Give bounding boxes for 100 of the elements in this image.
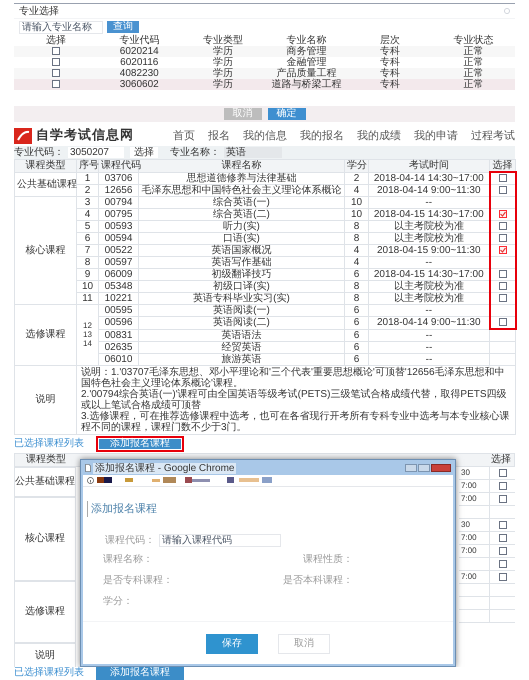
checkbox[interactable] (498, 482, 506, 490)
checkbox[interactable] (498, 560, 506, 568)
table-cell: 正常 (432, 57, 515, 68)
column-header: 专业代码 (98, 35, 181, 46)
checkbox[interactable] (498, 234, 506, 242)
table-cell: 以主考院校为准 (368, 280, 490, 292)
nav-link[interactable]: 过程考试 (471, 128, 515, 144)
nav-link[interactable]: 我的报名 (300, 128, 344, 144)
table-cell: 6 (76, 232, 98, 244)
checkbox[interactable] (52, 58, 60, 66)
table-cell: 6 (344, 268, 368, 280)
table-cell-text: 选修课程 (25, 604, 65, 619)
checkbox[interactable] (52, 47, 60, 56)
table-row[interactable]: 3060602 学历 道路与桥梁工程 专科 正常 (14, 79, 515, 90)
major-code-field[interactable]: 3050207 (68, 147, 124, 158)
checkbox[interactable] (498, 282, 506, 290)
checkbox[interactable] (498, 222, 506, 230)
course-code-field[interactable]: 请输入课程代码 (159, 534, 281, 547)
table-cell: 06010 (98, 353, 138, 365)
column-header: 序号 (76, 160, 98, 172)
checkbox[interactable] (498, 270, 506, 278)
checkbox[interactable] (498, 520, 506, 528)
dialog-title: 专业选择 (19, 4, 59, 18)
table-cell: 专科 (348, 57, 432, 68)
table-cell: 2018-04-15 14:30~17:00 (368, 268, 490, 280)
table-cell: 10 (344, 196, 368, 208)
window-title: 添加报名课程 - Google Chrome (93, 462, 236, 474)
checkbox[interactable] (498, 572, 506, 580)
field-label: 是否专科课程： (103, 574, 174, 588)
table-cell: 8 (344, 292, 368, 304)
column-header: 选择 (14, 35, 98, 46)
checkbox[interactable] (498, 546, 506, 554)
checkbox[interactable] (498, 468, 506, 476)
table-cell: 以主考院校为准 (368, 292, 490, 304)
note-text: 2.'00794综合英语(一)'课程可由全国英语等级考试(PETS)三级笔试合格成绩代替，取得PETS四级或以上笔试合格成绩可顶替 (81, 388, 508, 410)
table-cell: 英语阅读(二) (138, 316, 344, 329)
checkbox[interactable] (498, 534, 506, 542)
table-row[interactable]: 6020214 学历 商务管理 专科 正常 (14, 46, 515, 57)
checkbox[interactable] (498, 494, 506, 502)
table-cell: 7:00 (461, 570, 477, 582)
seq-number: 14 (83, 339, 92, 348)
table-cell: 00595 (98, 304, 138, 316)
table-cell: 学历 (181, 57, 264, 68)
section-link[interactable]: 已选择课程列表 (14, 438, 84, 450)
select-button[interactable]: 选择 (130, 147, 158, 158)
site-logo-text: 自学考试信息网 (36, 127, 134, 146)
checkbox[interactable] (498, 246, 506, 254)
table-cell-text: 公共基础课程 (15, 474, 75, 489)
table-cell: 3 (76, 196, 98, 208)
table-cell: 说明 (14, 365, 76, 434)
checkbox[interactable] (52, 69, 60, 78)
table-cell: 4082230 (98, 68, 181, 79)
nav-link[interactable]: 我的成绩 (357, 128, 401, 144)
table-cell: 英语语法 (138, 329, 344, 341)
table-cell: 7:00 (461, 480, 477, 492)
column-header: 选择 (490, 160, 516, 172)
major-name-field: 英语 (224, 147, 282, 158)
checkbox[interactable] (498, 174, 506, 182)
table-cell: -- (368, 341, 490, 353)
table-cell: 英语写作基础 (138, 256, 344, 268)
table-cell: 正常 (432, 46, 515, 57)
search-field[interactable]: 请输入专业名称 (19, 20, 103, 34)
table-cell: 6020116 (98, 57, 181, 68)
column-header: 专业状态 (432, 35, 515, 46)
table-cell: 公共基础课程 (14, 172, 76, 196)
note-text: 3.选修课程，可在推荐选修课程中选考，也可在各省现行开考所有专科专业中选考与本专业核心课程不同的课程，课程门数不少于3门。 (81, 410, 510, 432)
table-row[interactable]: 6020116 学历 金融管理 专科 正常 (14, 57, 515, 68)
column-header: 课程代码 (98, 160, 138, 172)
checkbox[interactable] (52, 80, 60, 88)
table-cell: 05348 (98, 280, 138, 292)
table-cell: 英语专科毕业实习(实) (138, 292, 344, 304)
section-link[interactable]: 已选择课程列表 (14, 667, 84, 679)
column-header: 专业名称 (264, 35, 348, 46)
nav-link[interactable]: 我的申请 (414, 128, 458, 144)
table-cell: 00597 (98, 256, 138, 268)
table-cell: 03706 (98, 172, 138, 184)
checkbox[interactable] (498, 294, 506, 302)
table-cell: 毛泽东思想和中国特色社会主义理论体系概论 (138, 184, 344, 196)
table-cell: 2 (344, 172, 368, 184)
field-label: 课程代码： (104, 534, 155, 548)
checkbox[interactable] (498, 210, 506, 218)
logo-icon (14, 128, 32, 144)
table-cell: 2018-04-15 9:00~11:30 (368, 244, 490, 256)
nav-link[interactable]: 我的信息 (243, 128, 287, 144)
note-text: 说明：1.'03707毛泽东思想、邓小平理论和'三个代表'重要思想概论'可顶替'12656毛泽东思想和中国特色社会主义理论体系概论'课程。 (81, 366, 506, 388)
table-cell: 00594 (98, 232, 138, 244)
column-header: 层次 (348, 35, 432, 46)
checkbox[interactable] (498, 186, 506, 194)
nav-link[interactable]: 首页 (173, 128, 195, 144)
table-cell: 5 (76, 220, 98, 232)
nav-link[interactable]: 报名 (208, 128, 230, 144)
table-cell: 10 (344, 208, 368, 220)
table-cell: -- (368, 329, 490, 341)
checkbox[interactable] (498, 318, 506, 326)
table-cell: 6020214 (98, 46, 181, 57)
seq-number: 12 (83, 321, 92, 330)
table-cell: 学历 (181, 46, 264, 57)
dialog-heading: 添加报名课程 (87, 500, 157, 517)
column-header: 考试时间 (368, 160, 490, 172)
table-row[interactable]: 4082230 学历 产品质量工程 专科 正常 (14, 68, 515, 79)
